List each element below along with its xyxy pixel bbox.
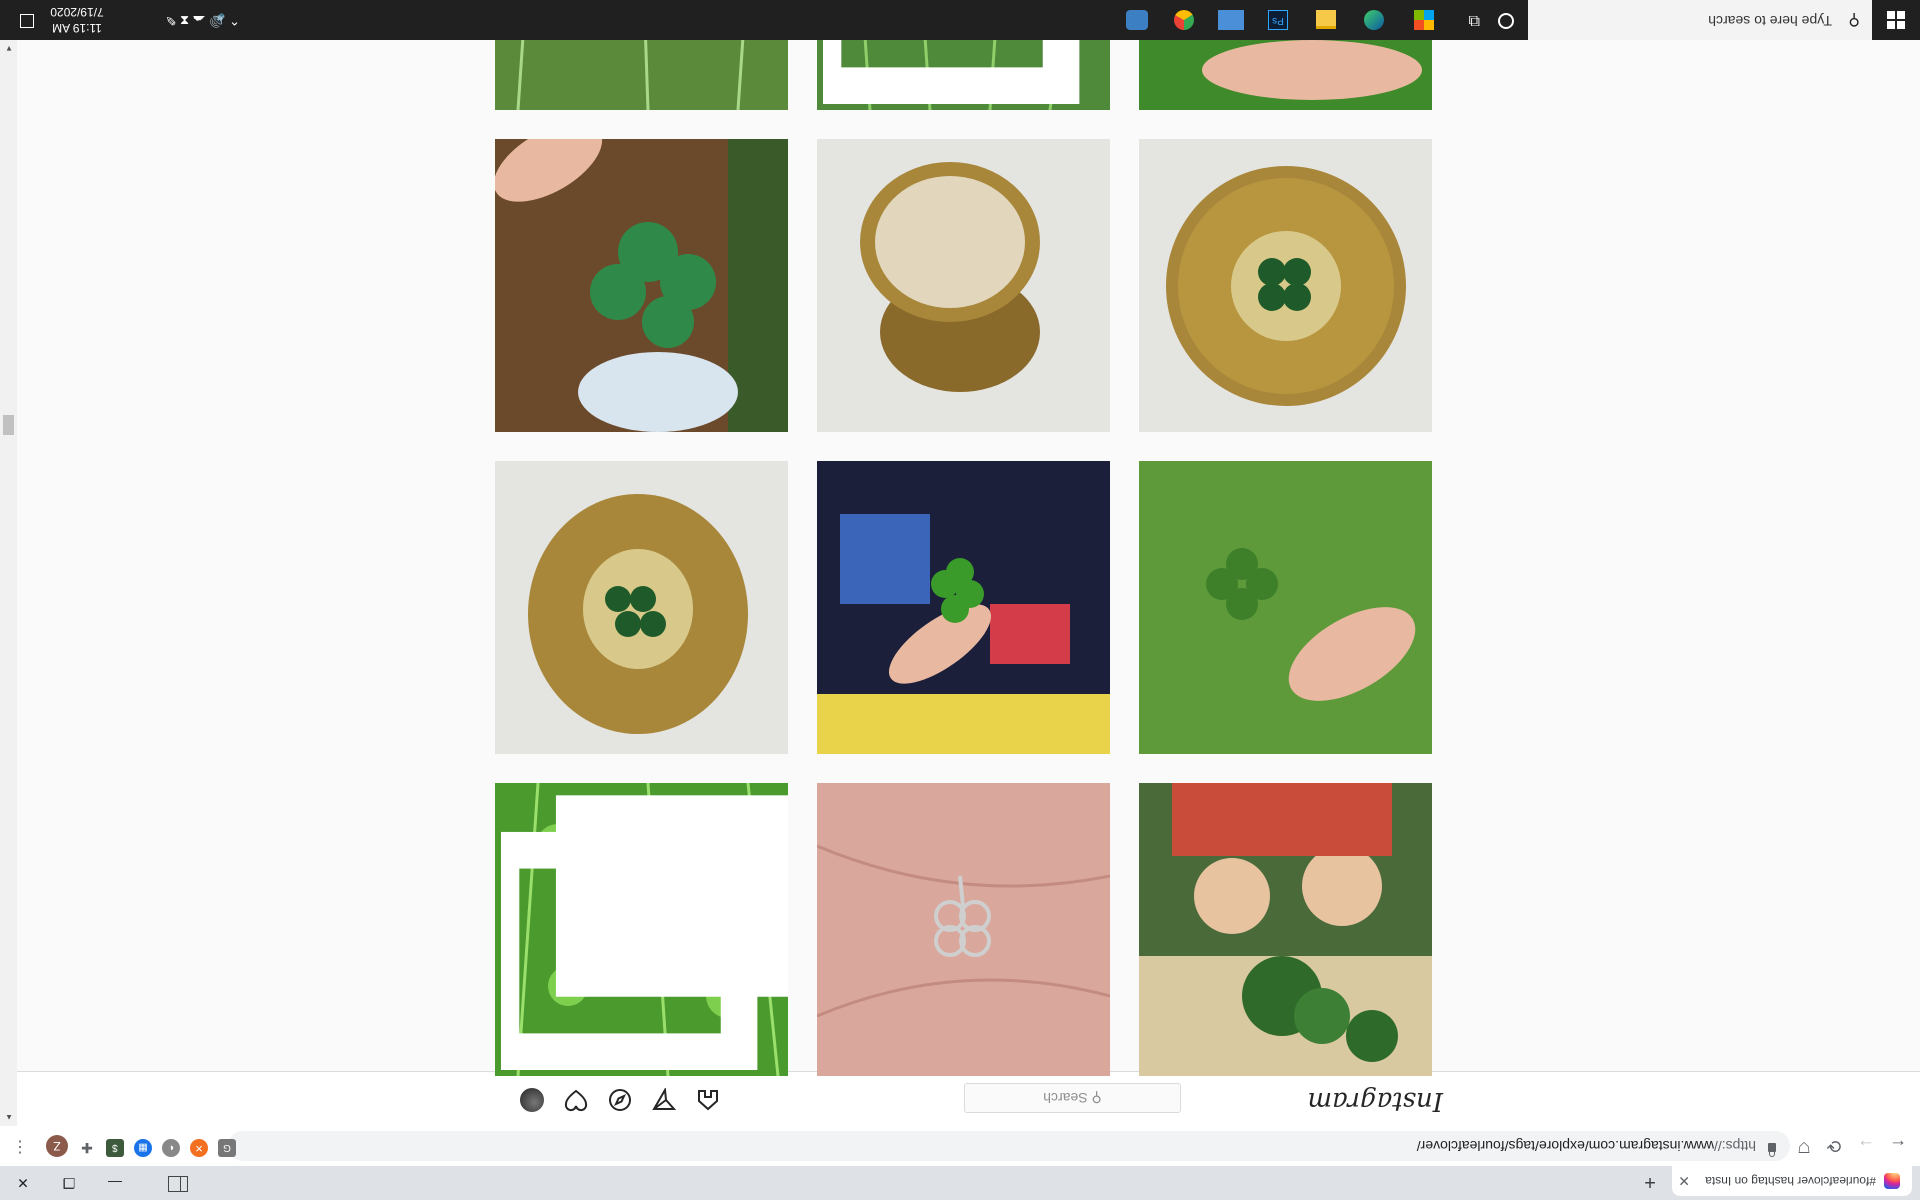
restore-button[interactable]: ❐ [46, 1166, 92, 1200]
taskbar-clock[interactable]: 11:19 AM 7/19/2020 [42, 4, 112, 36]
post-thumbnail[interactable] [817, 783, 1110, 1076]
scroll-up-arrow-icon[interactable]: ▲ [5, 1113, 13, 1122]
url-text[interactable]: https://www.instagram.com/explore/tags/f… [1417, 1138, 1756, 1154]
search-placeholder: Search [1043, 1090, 1088, 1106]
cortana-icon[interactable] [1498, 13, 1514, 29]
instagram-favicon-icon [1884, 1173, 1900, 1189]
post-thumbnail[interactable] [495, 139, 788, 432]
windows-taskbar: ⚲ Type here to search ⧉ Ps ⌃ 🔊 ☁ ⧗ ✎ 11:… [0, 0, 1920, 40]
search-input[interactable]: ⚲ Search [964, 1083, 1181, 1113]
post-image [495, 40, 788, 110]
start-button[interactable] [1872, 0, 1920, 40]
user-avatar[interactable] [520, 1088, 544, 1112]
reload-icon[interactable]: ⟳ [1822, 1134, 1846, 1158]
post-image [817, 783, 1110, 1076]
chrome-taskbar-icon[interactable] [1174, 10, 1194, 30]
address-bar[interactable]: https://www.instagram.com/explore/tags/f… [228, 1131, 1790, 1161]
post-thumbnail[interactable] [495, 40, 788, 110]
extensions-puzzle-icon[interactable]: ✚ [78, 1139, 96, 1157]
instagram-header: Instagram ⚲ Search [17, 1071, 1920, 1126]
scroll-thumb[interactable] [3, 415, 14, 435]
taskbar-search-placeholder: Type here to search [1708, 13, 1832, 29]
page-scrollbar[interactable]: ▲ ▼ [0, 40, 17, 1126]
taskbar-search-box[interactable]: ⚲ Type here to search [1528, 0, 1872, 40]
file-explorer-icon[interactable] [1316, 10, 1336, 29]
profile-avatar[interactable]: Z [46, 1135, 68, 1157]
photoshop-icon[interactable]: Ps [1268, 10, 1288, 30]
post-thumbnail[interactable] [1139, 783, 1432, 1076]
post-image [1139, 40, 1432, 110]
post-image [1139, 783, 1432, 1076]
screen: #fourleafclover hashtag on Insta ✕ + — ❐… [0, 0, 1920, 1200]
multiple-photos-icon [501, 795, 788, 1070]
forward-arrow-icon[interactable]: → [1854, 1134, 1878, 1158]
post-image [495, 139, 788, 432]
tab-instagram[interactable]: #fourleafclover hashtag on Insta ✕ [1672, 1166, 1912, 1196]
task-view-icon[interactable]: ⧉ [1469, 11, 1480, 29]
clock-date: 7/19/2020 [50, 5, 104, 19]
multiple-photos-icon [823, 40, 1080, 104]
browser-toolbar: ← → ⟳ ⛉ https://www.instagram.com/explor… [0, 1125, 1920, 1166]
windows-logo-icon [1887, 11, 1905, 29]
chrome-menu-icon[interactable]: ⋮ [12, 1137, 28, 1157]
instagram-nav [520, 1088, 720, 1112]
explore-icon[interactable] [608, 1088, 632, 1112]
photos-icon[interactable] [1218, 10, 1244, 30]
window-controls: — ❐ ✕ [0, 1166, 138, 1200]
app-gear-icon[interactable] [1126, 10, 1148, 30]
post-thumbnail[interactable] [817, 139, 1110, 432]
page-viewport: Instagram ⚲ Search [17, 40, 1920, 1126]
extension-g-icon[interactable]: G [218, 1139, 236, 1157]
new-tab-button[interactable]: + [1638, 1170, 1662, 1194]
post-thumbnail[interactable] [817, 40, 1110, 110]
post-thumbnail[interactable] [1139, 139, 1432, 432]
lock-icon [1768, 1143, 1776, 1152]
post-image [1139, 461, 1432, 754]
tray-icons[interactable]: ⌃ 🔊 ☁ ⧗ ✎ [165, 12, 240, 28]
store-icon[interactable] [1414, 10, 1434, 30]
post-image [495, 461, 788, 754]
tab-strip: #fourleafclover hashtag on Insta ✕ + — ❐… [0, 1166, 1920, 1200]
search-icon: ⚲ [1091, 1090, 1102, 1106]
extension-blue-icon[interactable]: ▦ [134, 1139, 152, 1157]
shield-icon[interactable]: ⛉ [1792, 1134, 1816, 1158]
post-thumbnail[interactable] [817, 461, 1110, 754]
direct-message-icon[interactable] [652, 1088, 676, 1112]
extension-dollar-icon[interactable]: $ [106, 1139, 124, 1157]
scroll-down-arrow-icon[interactable]: ▼ [5, 44, 13, 53]
tab-title: #fourleafclover hashtag on Insta [1705, 1174, 1876, 1188]
post-thumbnail[interactable] [1139, 40, 1432, 110]
notification-icon[interactable] [20, 14, 34, 28]
post-image [1139, 139, 1432, 432]
extensions-bar: G ✕ ◐ ▦ $ ✚ Z [46, 1135, 236, 1157]
tab-search-icon[interactable] [168, 1176, 188, 1192]
post-image [817, 139, 1110, 432]
home-icon[interactable] [696, 1088, 720, 1112]
instagram-logo[interactable]: Instagram [1307, 1086, 1443, 1116]
back-arrow-icon[interactable]: ← [1886, 1134, 1910, 1158]
post-image [817, 461, 1110, 754]
extension-x-icon[interactable]: ✕ [190, 1139, 208, 1157]
close-window-button[interactable]: ✕ [0, 1166, 46, 1200]
post-thumbnail[interactable] [495, 783, 788, 1076]
minimize-button[interactable]: — [92, 1166, 138, 1200]
extension-dark-icon[interactable]: ◐ [162, 1139, 180, 1157]
post-thumbnail[interactable] [495, 461, 788, 754]
edge-icon[interactable] [1364, 10, 1384, 30]
taskbar-search-icon: ⚲ [1848, 11, 1860, 28]
tab-close-icon[interactable]: ✕ [1678, 1173, 1690, 1190]
clock-time: 11:19 AM [52, 21, 102, 35]
activity-heart-icon[interactable] [564, 1088, 588, 1112]
post-thumbnail[interactable] [1139, 461, 1432, 754]
